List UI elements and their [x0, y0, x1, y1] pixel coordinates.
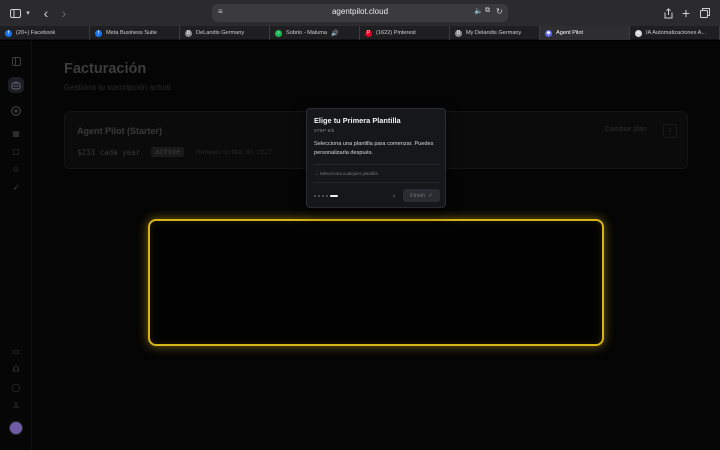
facebook-icon: f [95, 29, 102, 37]
browser-tab[interactable]: D My Delandis Germany [450, 26, 540, 40]
finish-button[interactable]: Finish ✓ [403, 189, 440, 202]
page-subtitle: Gestiona tu suscripción actual [64, 83, 171, 92]
tab-label: IA Automatizaciones A... [646, 30, 707, 36]
rocket-icon[interactable]: ➶ [8, 179, 24, 195]
browser-tab[interactable]: ▪ IA Automatizaciones A... [630, 26, 720, 40]
progress-dot [322, 195, 324, 197]
address-bar[interactable]: ≡ agentpilot.cloud 🔈 ⧉ ↻ [212, 4, 508, 22]
avatar[interactable] [9, 421, 23, 435]
tab-label: My Delandis Germany [466, 30, 522, 36]
template-highlight-area[interactable] [148, 219, 604, 346]
tab-label: Meta Business Suite [106, 30, 157, 36]
share-icon[interactable] [662, 5, 674, 21]
agent-pilot-logo-icon[interactable] [8, 77, 24, 93]
app-sidebar: ▦ ▢ ☺ ➶ ▭ ☊ ◯ ♙ [0, 41, 32, 450]
progress-dot [314, 195, 316, 197]
back-icon[interactable]: ‹ [40, 5, 52, 21]
tab-label: (1622) Pinterest [376, 30, 416, 36]
progress-dot [318, 195, 320, 197]
new-tab-icon[interactable]: + [680, 5, 692, 21]
tab-label: Agent Pilot [556, 30, 584, 36]
users-icon[interactable]: ☺ [8, 161, 24, 177]
grid-icon[interactable]: ▦ [8, 125, 24, 141]
forward-icon[interactable]: › [58, 5, 70, 21]
step-indicator: STEP 5/5 [314, 128, 335, 133]
billing-icon[interactable]: ▭ [8, 343, 24, 359]
facebook-icon: f [5, 29, 12, 37]
browser-tab[interactable]: D DeLandis Germany [180, 26, 270, 40]
tab-label: (20+) Facebook [16, 30, 56, 36]
change-plan-button[interactable]: Cambiar plan [605, 126, 647, 133]
page-icon: D [185, 29, 192, 37]
audio-icon[interactable]: 🔈 [474, 7, 483, 15]
more-options-button[interactable]: ⋮ [663, 124, 677, 138]
pinterest-icon: P [365, 29, 372, 37]
team-icon[interactable]: ♙ [8, 397, 24, 413]
app-window: ▦ ▢ ☺ ➶ ▭ ☊ ◯ ♙ Facturación Gestiona tu … [0, 41, 720, 450]
browser-toolbar: ▾ ‹ › ≡ agentpilot.cloud 🔈 ⧉ ↻ + [0, 0, 720, 26]
agent-pilot-icon: ◆ [545, 29, 552, 37]
finish-label: Finish [410, 192, 426, 199]
renewal-date: Renews on Mar 30, 2027 [196, 149, 272, 156]
tab-strip: f (20+) Facebook f Meta Business Suite D DeLa… [0, 26, 720, 40]
progress-dot-current [330, 195, 338, 197]
page-icon: D [455, 29, 462, 37]
browser-tab[interactable]: f (20+) Facebook [0, 26, 90, 40]
progress-dot [326, 195, 328, 197]
page-title: Facturación [64, 61, 147, 77]
add-circle-icon[interactable] [8, 103, 24, 119]
tab-overview-icon[interactable] [699, 5, 711, 21]
popover-body: Selecciona una plantilla para comenzar. … [314, 141, 434, 156]
chevron-down-icon[interactable]: ▾ [24, 5, 32, 21]
popover-title: Elige tu Primera Plantilla [314, 116, 401, 125]
progress-dots [314, 195, 338, 197]
check-icon: ✓ [428, 192, 433, 199]
ads-icon: ▪ [635, 29, 642, 37]
tab-label: DeLandis Germany [196, 30, 245, 36]
spotify-icon: ♪ [275, 29, 282, 37]
status-badge: active [151, 147, 185, 157]
popover-hint: → Selecciona cualquier plantilla [314, 171, 378, 176]
back-button[interactable]: ‹ [389, 191, 399, 201]
plan-price: $233 cada year [77, 148, 141, 157]
tab-label: Sobrio - Maluma [286, 30, 328, 36]
collapse-sidebar-icon[interactable] [8, 53, 24, 69]
url-text: agentpilot.cloud [331, 7, 389, 16]
browser-tab[interactable]: P (1622) Pinterest [360, 26, 450, 40]
divider [314, 182, 440, 183]
headset-icon[interactable]: ☊ [8, 361, 24, 377]
sidebar-toggle-icon[interactable] [8, 5, 22, 21]
translate-icon[interactable]: ⧉ [485, 7, 490, 15]
browser-tab[interactable]: f Meta Business Suite [90, 26, 180, 40]
plan-name: Agent Pilot (Starter) [77, 126, 163, 136]
browser-tab[interactable]: ◆ Agent Pilot [540, 26, 630, 40]
onboarding-popover: Elige tu Primera Plantilla STEP 5/5 Sele… [306, 108, 446, 208]
divider [314, 164, 440, 165]
chat-icon[interactable]: ▢ [8, 143, 24, 159]
reload-icon[interactable]: ↻ [496, 7, 503, 16]
speaker-icon[interactable]: 🔊 [331, 30, 338, 37]
browser-tab[interactable]: ♪ Sobrio - Maluma 🔊 [270, 26, 360, 40]
help-icon[interactable]: ◯ [8, 379, 24, 395]
